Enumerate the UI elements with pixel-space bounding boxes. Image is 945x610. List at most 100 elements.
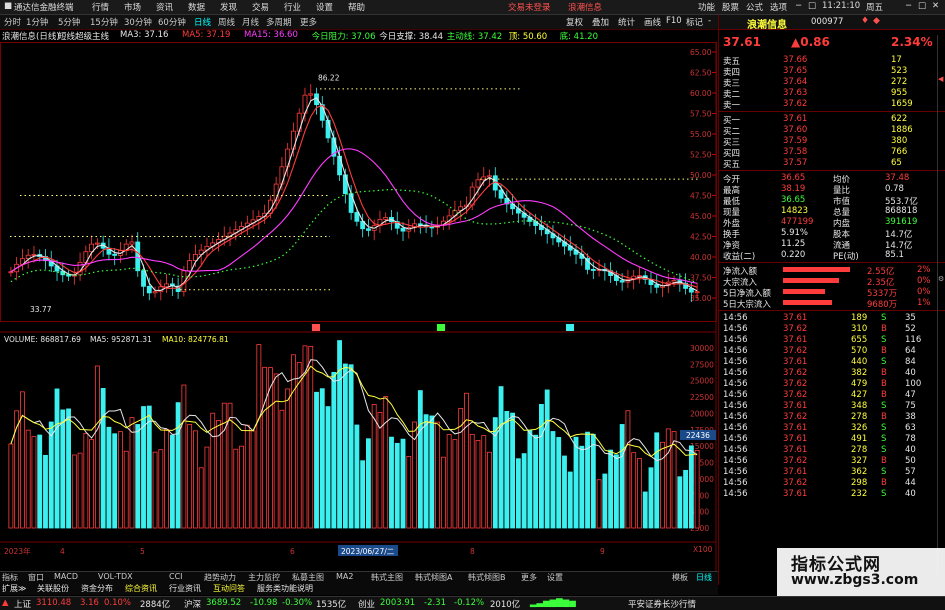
restore-right-button[interactable]: 复权 [566, 16, 583, 28]
bid-label: 买五 [723, 160, 741, 170]
indicator-tab[interactable]: 韩式倾图B [468, 572, 506, 583]
indicator-tab[interactable]: 韩式倾图A [415, 572, 452, 583]
flow-row[interactable]: 5日净流入额 5337万 0% [721, 287, 931, 299]
candle-body [354, 212, 360, 222]
flow-bar [783, 267, 850, 272]
extension-tab[interactable]: 互动问答 [213, 583, 245, 594]
ask-volume: 523 [891, 66, 908, 76]
tick-side: B [881, 379, 887, 389]
menu-formula[interactable]: 公式 [746, 1, 763, 13]
menu-stock[interactable]: 股票 [722, 1, 739, 13]
ask-price: 37.63 [783, 88, 808, 98]
indicator-name[interactable]: 短线超级主线 [58, 30, 109, 42]
flow-row[interactable]: 大宗流入 2.35亿 0% [721, 276, 931, 288]
indicator-value: MA5: 37.19 [182, 30, 231, 40]
bid-row[interactable]: 买二 37.60 1886 [721, 125, 916, 137]
extension-tab[interactable]: 服务类功能说明 [257, 583, 313, 594]
ask-row[interactable]: 卖一 37.62 1659 [721, 99, 916, 111]
volume-bar [383, 396, 389, 529]
ask-row[interactable]: 卖四 37.65 523 [721, 66, 916, 78]
extension-tab[interactable]: 关联股份 [37, 583, 69, 594]
menu-settings[interactable]: 设置 [316, 1, 333, 13]
weekday: 周五 [866, 3, 884, 13]
indicator-tab[interactable]: 设置 [547, 572, 563, 583]
mark-button[interactable]: 标记 [686, 16, 703, 28]
index-item[interactable]: 上证 [14, 598, 31, 610]
bid-row[interactable]: 买五 37.57 65 [721, 158, 916, 170]
volume-bar [515, 458, 521, 529]
ask-row[interactable]: 卖五 37.66 17 [721, 55, 916, 67]
indicator-tab[interactable]: VOL-TDX [98, 572, 133, 581]
tab-more[interactable]: 更多 [300, 16, 317, 28]
ask-row[interactable]: 卖二 37.63 955 [721, 88, 916, 100]
alert-icon[interactable]: ◆ [873, 16, 880, 26]
extension-tab[interactable]: 资金分布 [81, 583, 113, 594]
menu-exchange[interactable]: 市场 [124, 1, 141, 13]
indicator-tab[interactable]: 韩式主图 [371, 572, 403, 583]
bid-row[interactable]: 买一 37.61 622 [721, 114, 916, 126]
tab-1min[interactable]: 1分钟 [26, 16, 48, 28]
indicator-tab[interactable]: 窗口 [28, 572, 44, 583]
menu-function[interactable]: 功能 [698, 1, 715, 13]
indicator-tab[interactable]: 趋势动力 [204, 572, 236, 583]
overlay-button[interactable]: 叠加 [592, 16, 609, 28]
side-gear-icon[interactable]: ⚙ [938, 275, 944, 283]
tab-5min[interactable]: 5分钟 [58, 16, 80, 28]
tab-multi-period[interactable]: 多周期 [266, 16, 292, 28]
extension-tab[interactable]: 扩展≫ [2, 583, 26, 594]
f10-button[interactable]: F10 [666, 16, 682, 26]
flow-row[interactable]: 5日大宗流入 9680万 1% [721, 298, 931, 310]
flow-row[interactable]: 净流入额 2.55亿 2% [721, 265, 931, 277]
tab-daily[interactable]: 日线 [194, 16, 211, 28]
tick-side: B [881, 368, 887, 378]
menu-news[interactable]: 资讯 [156, 1, 173, 13]
tab-weekly[interactable]: 周线 [218, 16, 235, 28]
menu-trade[interactable]: 交易 [252, 1, 269, 13]
menu-options[interactable]: 选项 [770, 1, 787, 13]
indicator-tab[interactable]: CCI [169, 572, 183, 581]
indicator-tab[interactable]: 指标 [2, 572, 18, 583]
kline-chart[interactable]: 65.00 62.50 60.00 57.50 55.00 52.50 50.00 47.50… [0, 42, 718, 571]
minimize-icon[interactable]: ─ [796, 1, 801, 11]
tab-30min[interactable]: 30分钟 [124, 16, 152, 28]
window-maximize-icon[interactable]: □ [918, 1, 926, 11]
tab-timeshare[interactable]: 分时 [4, 16, 21, 28]
tab-15min[interactable]: 15分钟 [90, 16, 118, 28]
extension-tab[interactable]: 综合资讯 [125, 583, 157, 594]
window-minimize-icon[interactable]: ─ [906, 1, 911, 11]
login-status[interactable]: 交易未登录 [508, 1, 551, 13]
restore-icon[interactable]: □ [808, 1, 816, 11]
price-axis-label: 47.50 [690, 192, 712, 201]
tab-60min[interactable]: 60分钟 [158, 16, 186, 28]
indicator-tab[interactable]: 更多 [521, 572, 537, 583]
tick-count: 100 [905, 379, 922, 389]
candle-body [342, 174, 348, 195]
menu-market[interactable]: 行情 [92, 1, 109, 13]
stats-button[interactable]: 统计 [618, 16, 635, 28]
indicator-tab[interactable]: 主力监控 [248, 572, 280, 583]
draw-line-button[interactable]: 画线 [644, 16, 661, 28]
index-item[interactable]: 创业 [358, 598, 375, 610]
menu-discover[interactable]: 发现 [220, 1, 237, 13]
candle-body [365, 228, 371, 231]
menu-help[interactable]: 帮助 [348, 1, 365, 13]
ask-row[interactable]: 卖三 37.64 272 [721, 77, 916, 89]
bell-icon[interactable]: ♦ [861, 16, 869, 26]
indicator-tab[interactable]: MACD [54, 572, 78, 581]
volume-bar [164, 428, 170, 529]
collapse-button[interactable]: - [708, 16, 711, 26]
tick-volume: 326 [851, 423, 868, 433]
template-button[interactable]: 模板 [672, 572, 688, 583]
menu-data[interactable]: 数据 [188, 1, 205, 13]
side-arrow-icon[interactable]: ◀ [938, 75, 943, 83]
extension-tab[interactable]: 行业资讯 [169, 583, 201, 594]
bid-row[interactable]: 买三 37.59 380 [721, 136, 916, 148]
bid-row[interactable]: 买四 37.58 766 [721, 147, 916, 159]
tab-monthly[interactable]: 月线 [242, 16, 259, 28]
indicator-tab[interactable]: 私募主图 [292, 572, 324, 583]
window-close-icon[interactable]: ✕ [932, 1, 939, 11]
menu-industry[interactable]: 行业 [284, 1, 301, 13]
indicator-tab[interactable]: MA2 [336, 572, 353, 581]
index-item[interactable]: 沪深 [184, 598, 201, 610]
volume-bar [273, 373, 279, 529]
